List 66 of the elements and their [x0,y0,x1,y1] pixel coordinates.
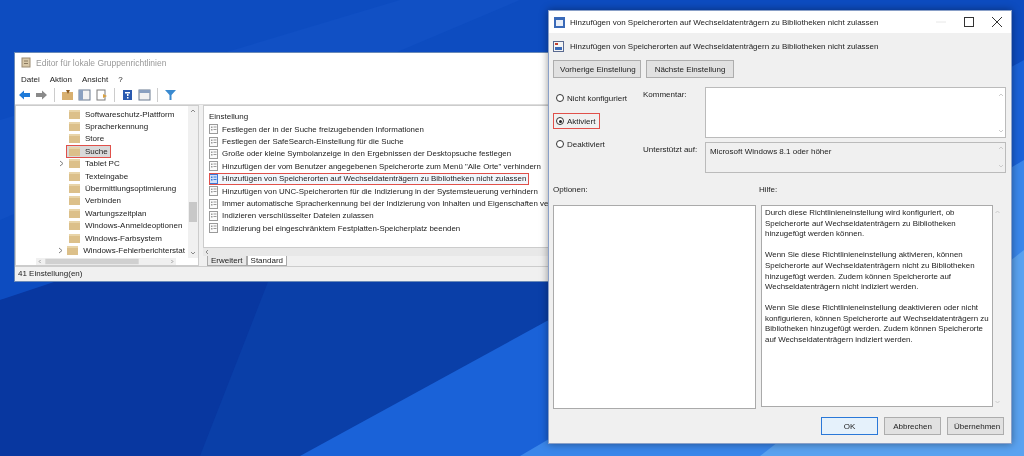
policy-icon [209,124,218,135]
dialog-button[interactable]: Abbrechen [884,417,941,435]
section-label: Hilfe: [759,185,778,196]
tree-item[interactable]: Wartungszeitplan [66,206,150,220]
folder-icon [69,109,80,119]
policy-icon [209,210,218,221]
panel-icon[interactable] [78,89,91,101]
back-arrow-icon[interactable] [18,89,31,101]
folder-icon [69,122,80,132]
policy-icon [553,40,564,52]
window-title: Editor für lokale Gruppenrichtlinien [36,57,167,68]
policy-icon [209,198,218,209]
folder-icon [69,184,80,194]
folder-icon [69,134,80,144]
policy-icon [209,136,218,147]
radio-button[interactable]: Aktiviert [553,113,601,129]
menu-item[interactable]: Ansicht [81,74,109,84]
field-label: Unterstützt auf: [643,144,699,156]
folder-icon[interactable] [61,89,74,101]
folder-icon [69,221,80,231]
policy-icon [209,173,218,184]
tree-item[interactable]: Suche [66,144,111,158]
section-label: Optionen: [553,185,589,196]
setting-title: Hinzufügen von Speicherorten auf Wechseldatenträgern zu Bibliotheken nicht zulassen [570,41,879,51]
tree-item[interactable]: Tablet PC [66,157,123,171]
panel-icon[interactable] [138,89,151,101]
tree-item[interactable]: Übermittlungsoptimierung [66,182,180,196]
help-icon[interactable] [121,89,134,101]
tree-item[interactable]: Windows-Farbsystem [66,231,165,245]
policy-app-icon [554,16,565,28]
tree-item[interactable]: Windows-Anmeldeoptionen [66,219,186,233]
field-label: Kommentar: [643,89,688,101]
editor-app-icon [21,57,31,68]
tree-item[interactable]: Store [66,132,108,146]
policy-icon [209,223,218,234]
document-icon[interactable] [95,89,108,101]
policy-icon [209,186,218,197]
policy-icon [209,148,218,159]
radio-button[interactable]: Deaktiviert [553,136,610,152]
menu-item[interactable]: ? [118,74,123,84]
dialog-button[interactable]: Übernehmen [947,417,1004,435]
folder-icon [69,208,80,218]
filter-icon[interactable] [164,89,177,101]
policy-icon [209,161,218,172]
window-title: Hinzufügen von Speicherorten auf Wechseldatenträgern zu Bibliotheken nicht zulassen [570,17,880,27]
nav-button[interactable]: Nächste Einstellung [646,60,734,78]
folder-icon [69,196,80,206]
menu-item[interactable]: Datei [21,74,40,84]
tree-item[interactable]: Verbinden [66,194,125,208]
folder-icon [69,146,80,156]
tree-item[interactable]: Windows-Fehlerberichterstat [64,244,188,257]
radio-button[interactable]: Nicht konfiguriert [553,90,633,106]
comment-field[interactable] [705,87,1006,138]
folder-icon [67,246,79,255]
tree-item[interactable]: Softwareschutz-Plattform [66,107,178,121]
field-value: Microsoft Windows 8.1 oder höher [710,146,832,158]
column-header[interactable]: Einstellung [209,110,552,123]
tree-item[interactable]: Texteingabe [66,169,132,183]
tree-item[interactable]: Spracherkennung [66,120,152,134]
nav-button[interactable]: Vorherige Einstellung [553,60,641,78]
dialog-button[interactable]: OK [821,417,878,435]
menu-item[interactable]: Aktion [49,74,72,84]
folder-icon [69,159,80,169]
folder-icon [69,233,80,243]
folder-icon [69,171,80,181]
forward-arrow-icon[interactable] [35,89,48,101]
